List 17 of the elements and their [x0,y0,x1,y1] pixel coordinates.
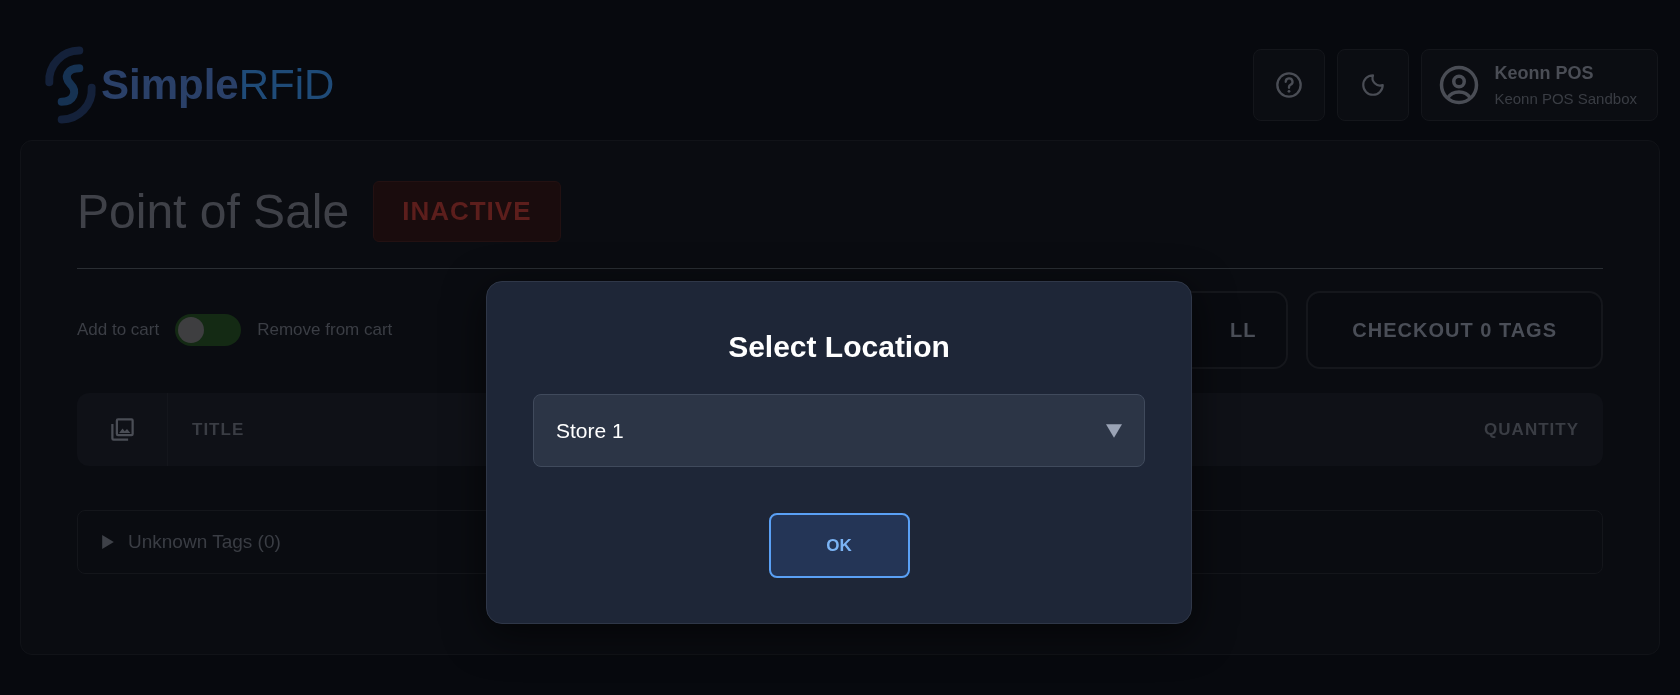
dropdown-caret-icon [1106,423,1122,438]
logo-icon [44,46,97,124]
help-button[interactable] [1253,49,1326,121]
location-select[interactable]: Store 1 [533,394,1145,467]
expand-triangle-icon [102,535,114,549]
action-button[interactable]: CHECKOUT 0 TAGS [1306,291,1603,369]
user-avatar-icon [1438,64,1481,106]
images-icon [108,416,136,443]
status-badge: INACTIVE [373,181,561,242]
help-icon [1275,71,1304,99]
moon-icon [1360,72,1387,98]
cart-mode-switch[interactable] [175,314,242,346]
dialog-title: Select Location [728,330,950,364]
logo-text: SimpleRFiD [101,61,335,109]
user-name: Keonn POS [1494,63,1594,84]
ok-button[interactable]: OK [768,513,910,578]
dark-mode-button[interactable] [1337,49,1410,121]
